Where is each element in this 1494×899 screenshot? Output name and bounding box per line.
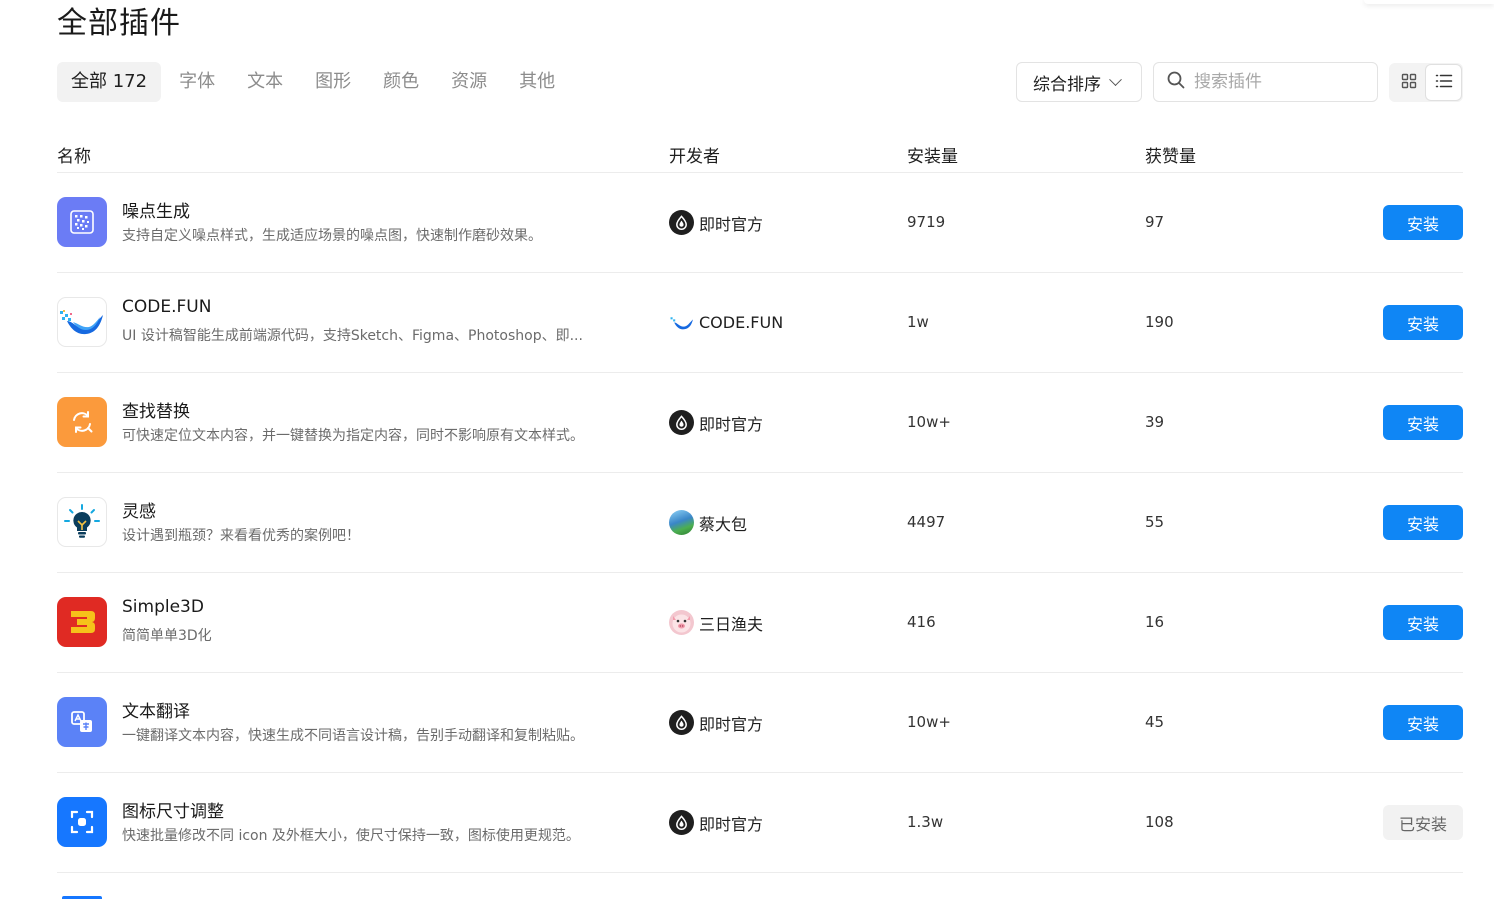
plugin-description: UI 设计稿智能生成前端源代码，支持Sketch、Figma、Photoshop…: [122, 328, 583, 344]
table-row[interactable]: CODE.FUN UI 设计稿智能生成前端源代码，支持Sketch、Figma、…: [57, 273, 1463, 373]
column-header-installs: 安装量: [907, 147, 958, 167]
plugin-name: 灵感: [122, 502, 156, 522]
find-replace-icon: [57, 397, 107, 447]
developer-name: 即时官方: [699, 714, 764, 734]
developer[interactable]: 即时官方: [669, 210, 763, 235]
install-count: 1w: [907, 313, 929, 331]
install-button[interactable]: 安装: [1383, 505, 1463, 540]
tab-resource[interactable]: 资源: [437, 62, 501, 102]
tab-shape[interactable]: 图形: [301, 62, 365, 102]
avatar: [669, 610, 694, 635]
sort-label: 综合排序: [1033, 74, 1101, 95]
plugin-name: 图标尺寸调整: [122, 802, 224, 822]
developer-name: 即时官方: [699, 214, 764, 234]
tab-font[interactable]: 字体: [165, 62, 229, 102]
developer[interactable]: CODE.FUN: [669, 310, 783, 335]
like-count: 97: [1145, 213, 1165, 231]
icon-resize-icon: [57, 797, 107, 847]
table-header: 名称 开发者 安装量 获赞量: [57, 140, 1463, 173]
noise-icon: [57, 197, 107, 247]
translate-icon: [57, 697, 107, 747]
tab-color[interactable]: 颜色: [369, 62, 433, 102]
plugin-description: 可快速定位文本内容，并一键替换为指定内容，同时不影响原有文本样式。: [122, 428, 584, 444]
table-row[interactable]: 图标尺寸调整 快速批量修改不同 icon 及外框大小，使尺寸保持一致，图标使用更…: [57, 773, 1463, 873]
simple3d-icon: [57, 597, 107, 647]
developer[interactable]: 即时官方: [669, 810, 763, 835]
like-count: 55: [1145, 513, 1165, 531]
search-box[interactable]: [1153, 62, 1378, 102]
install-count: 1.3w: [907, 813, 944, 831]
developer[interactable]: 即时官方: [669, 710, 763, 735]
view-toggle: [1389, 63, 1463, 102]
like-count: 45: [1145, 713, 1165, 731]
plugin-name: Simple3D: [122, 597, 204, 617]
plugin-name: 文本翻译: [122, 702, 190, 722]
tab-other[interactable]: 其他: [505, 62, 569, 102]
installed-button[interactable]: 已安装: [1383, 805, 1463, 840]
grid-view-button[interactable]: [1391, 65, 1426, 100]
plugin-description: 快速批量修改不同 icon 及外框大小，使尺寸保持一致，图标使用更规范。: [122, 828, 580, 844]
install-count: 4497: [907, 513, 946, 531]
plugin-description: 一键翻译文本内容，快速生成不同语言设计稿，告别手动翻译和复制粘贴。: [122, 728, 584, 744]
like-count: 108: [1145, 813, 1174, 831]
developer[interactable]: 蔡大包: [669, 510, 747, 535]
tab-all[interactable]: 全部 172: [57, 62, 162, 102]
plugin-description: 简简单单3D化: [122, 628, 212, 644]
jishi-logo-icon: [669, 410, 694, 435]
jishi-logo-icon: [669, 710, 694, 735]
install-button[interactable]: 安装: [1383, 305, 1463, 340]
chevron-down-icon: [1109, 72, 1122, 86]
lightbulb-icon: [57, 497, 107, 547]
list-icon: [1435, 73, 1453, 93]
table-row[interactable]: 查找替换 可快速定位文本内容，并一键替换为指定内容，同时不影响原有文本样式。 即…: [57, 373, 1463, 473]
column-header-developer: 开发者: [669, 147, 720, 167]
install-count: 416: [907, 613, 936, 631]
developer-name: 即时官方: [699, 814, 764, 834]
avatar: [669, 510, 694, 535]
developer[interactable]: 即时官方: [669, 410, 763, 435]
plugin-description: 支持自定义噪点样式，生成适应场景的噪点图，快速制作磨砂效果。: [122, 228, 542, 244]
search-input[interactable]: [1194, 72, 1364, 92]
plugin-name: 噪点生成: [122, 202, 190, 222]
like-count: 190: [1145, 313, 1174, 331]
table-row[interactable]: 噪点生成 支持自定义噪点样式，生成适应场景的噪点图，快速制作磨砂效果。 即时官方…: [57, 173, 1463, 273]
like-count: 39: [1145, 413, 1165, 431]
install-count: 10w+: [907, 713, 951, 731]
install-button[interactable]: 安装: [1383, 205, 1463, 240]
column-header-name: 名称: [57, 147, 91, 167]
install-button[interactable]: 安装: [1383, 405, 1463, 440]
developer-name: 三日渔夫: [699, 614, 764, 634]
category-tabs: 全部 172 字体 文本 图形 颜色 资源 其他: [57, 62, 573, 102]
grid-icon: [1401, 73, 1417, 93]
plugin-name: 查找替换: [122, 402, 190, 422]
plugin-description: 设计遇到瓶颈？来看看优秀的案例吧！: [122, 528, 360, 544]
popover-edge: [1364, 0, 1494, 4]
jishi-logo-icon: [669, 810, 694, 835]
tab-text[interactable]: 文本: [233, 62, 297, 102]
jishi-logo-icon: [669, 210, 694, 235]
table-row[interactable]: 灵感 设计遇到瓶颈？来看看优秀的案例吧！ 蔡大包 4497 55 安装: [57, 473, 1463, 573]
install-button[interactable]: 安装: [1383, 605, 1463, 640]
search-icon: [1166, 70, 1186, 94]
codefun-bird-icon: [57, 297, 107, 347]
codefun-bird-icon: [669, 310, 694, 335]
like-count: 16: [1145, 613, 1165, 631]
install-count: 10w+: [907, 413, 951, 431]
table-row[interactable]: Simple3D 简简单单3D化 三日渔夫 416 16 安装: [57, 573, 1463, 673]
table-row[interactable]: 文本翻译 一键翻译文本内容，快速生成不同语言设计稿，告别手动翻译和复制粘贴。 即…: [57, 673, 1463, 773]
developer-name: 即时官方: [699, 414, 764, 434]
column-header-likes: 获赞量: [1145, 147, 1196, 167]
developer-name: CODE.FUN: [699, 313, 784, 332]
developer-name: 蔡大包: [699, 514, 748, 534]
list-view-button[interactable]: [1426, 65, 1461, 100]
developer[interactable]: 三日渔夫: [669, 610, 763, 635]
sort-dropdown[interactable]: 综合排序: [1016, 62, 1142, 102]
install-button[interactable]: 安装: [1383, 705, 1463, 740]
plugin-name: CODE.FUN: [122, 297, 212, 317]
install-count: 9719: [907, 213, 946, 231]
page-title: 全部插件: [57, 6, 181, 41]
